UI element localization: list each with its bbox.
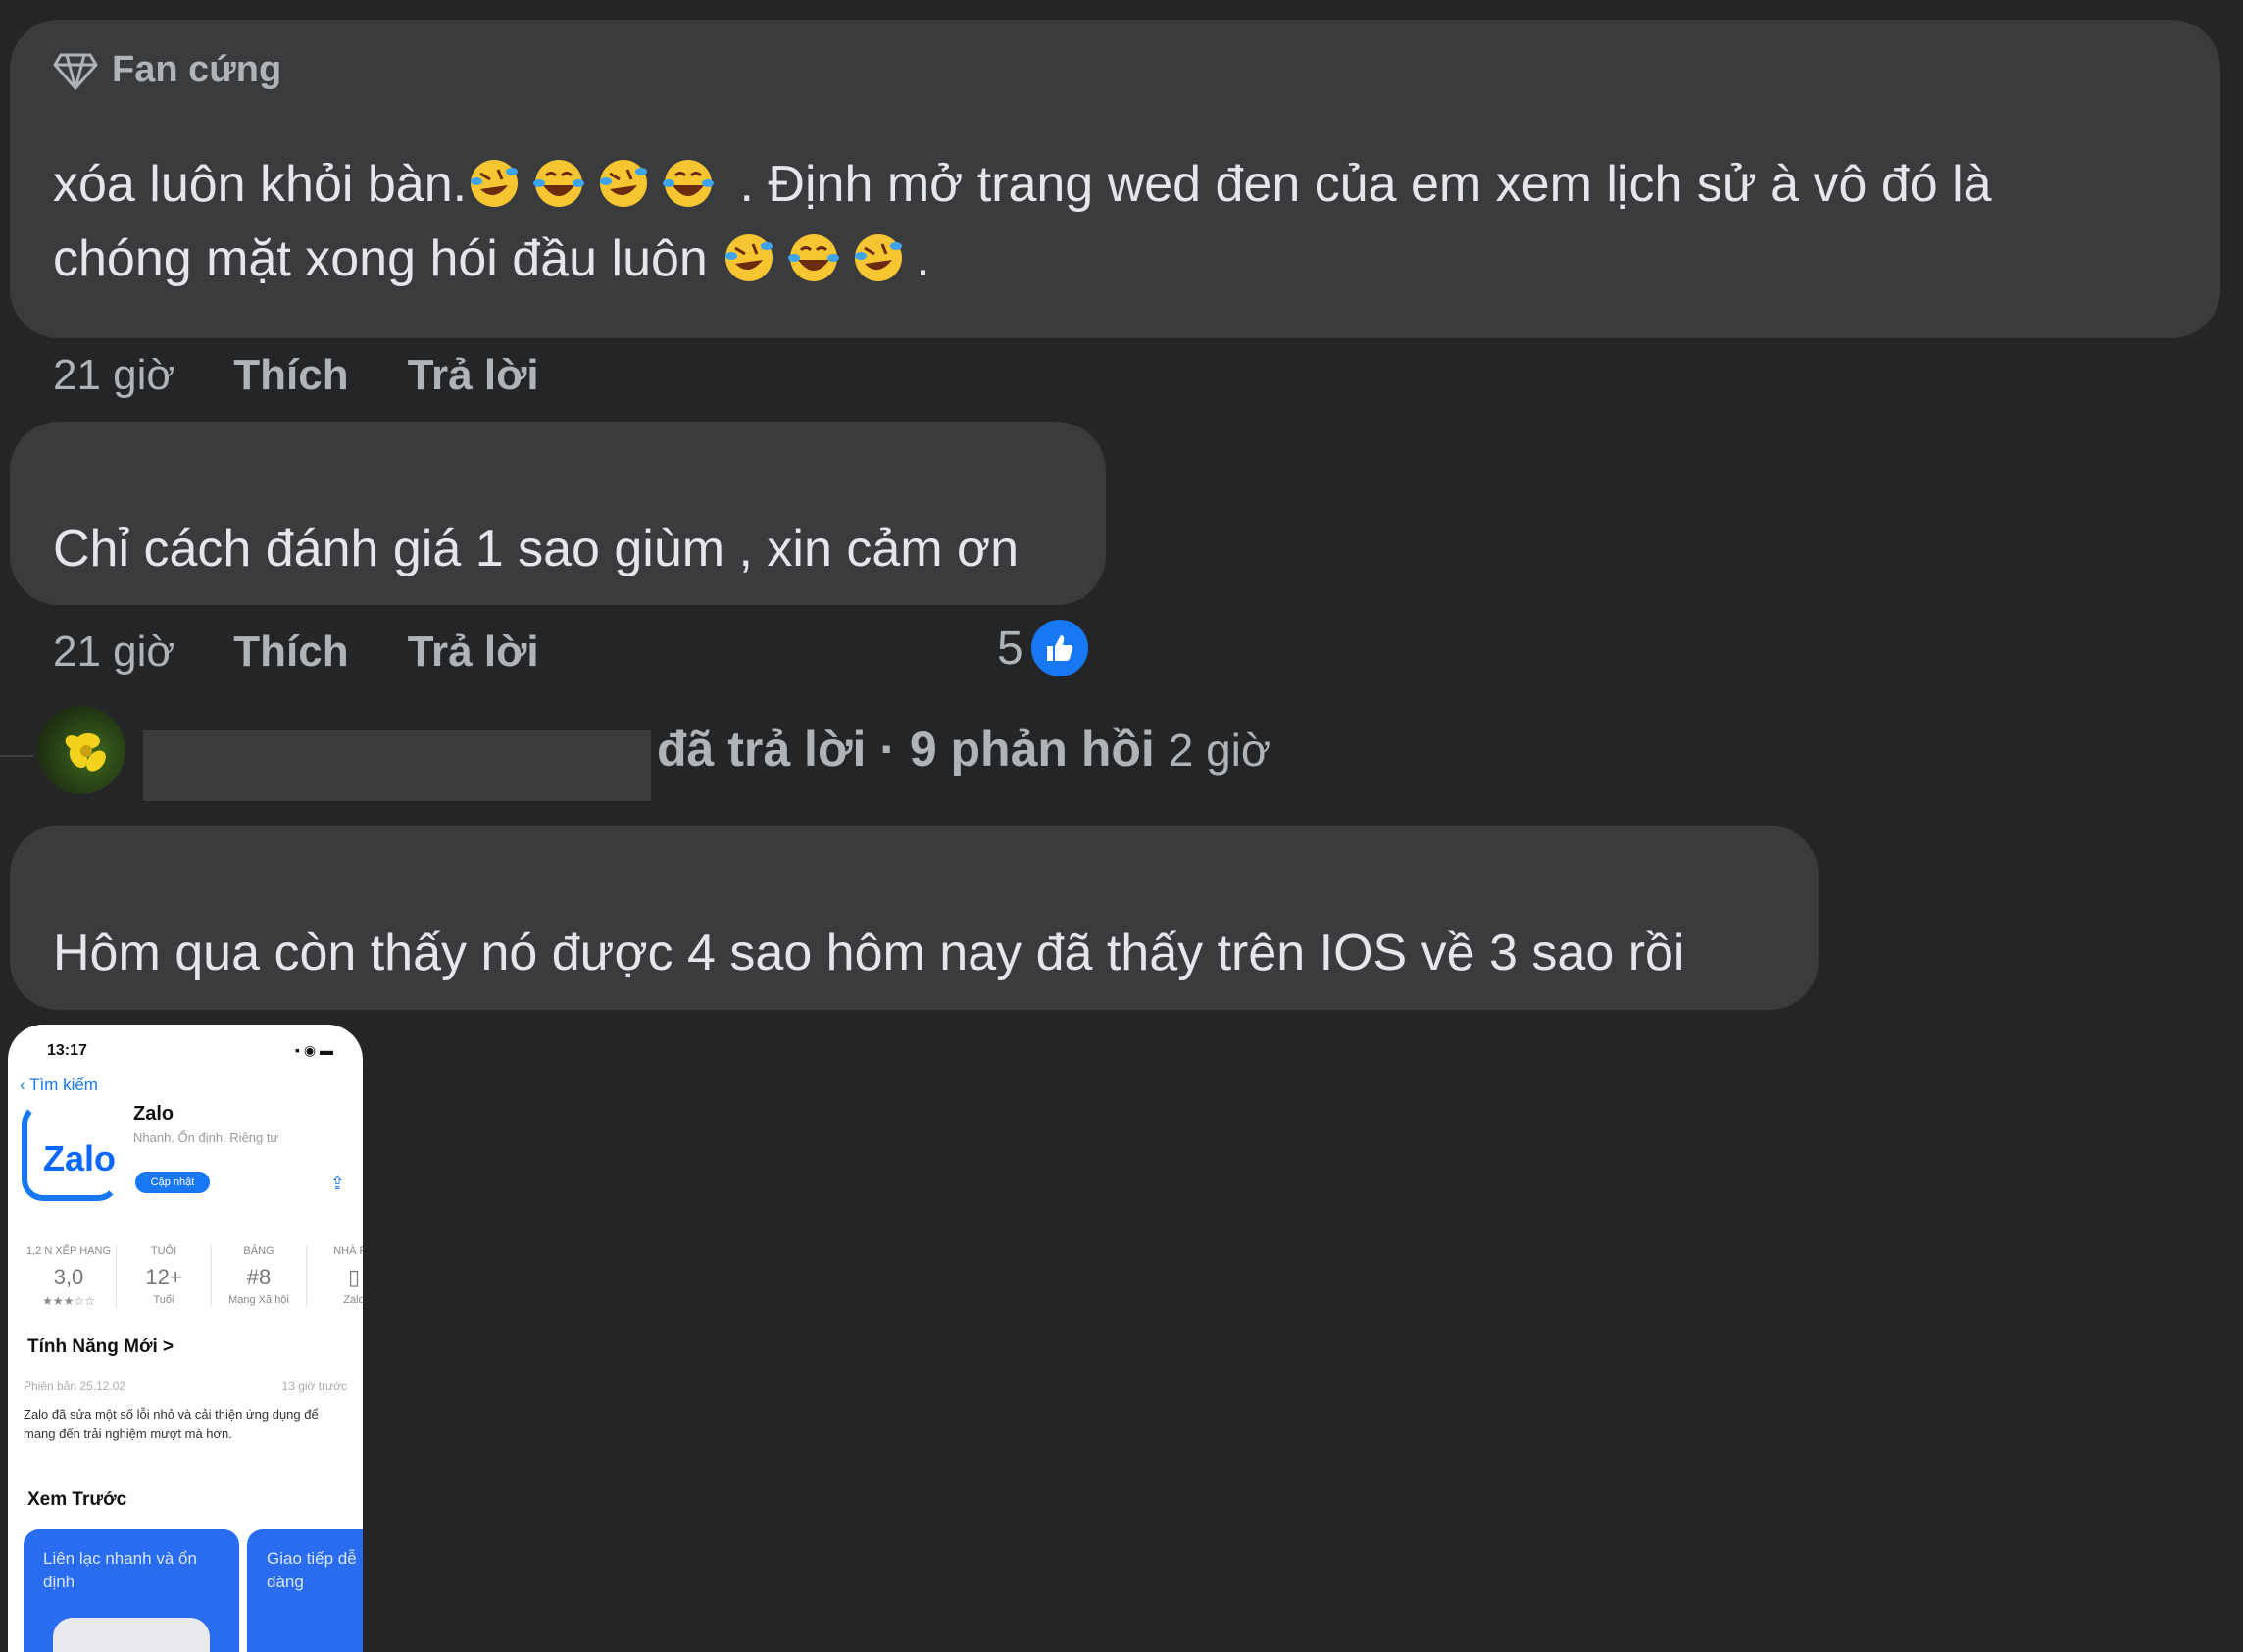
comment-actions-2: 21 giờ Thích Trả lời <box>53 627 539 676</box>
rolling-on-floor-laughing-emoji <box>600 160 648 207</box>
release-notes: Zalo đã sửa một số lỗi nhỏ và cải thiện … <box>24 1407 319 1441</box>
top-fan-badge[interactable]: Fan cứng <box>53 49 281 91</box>
whats-new-heading: Tính Năng Mới > <box>27 1336 174 1357</box>
view-replies-link[interactable]: đã trả lời · 9 phản hồi 2 giờ <box>657 721 1271 777</box>
like-button[interactable]: Thích <box>233 351 348 400</box>
tears-of-joy-emoji <box>663 160 715 207</box>
status-time: 13:17 <box>47 1042 87 1059</box>
preview-card-2: Giao tiếp dễ dàng <box>247 1529 363 1652</box>
rolling-on-floor-laughing-emoji <box>725 234 773 281</box>
comment-bubble-3: Hôm qua còn thấy nó được 4 sao hôm nay đ… <box>10 826 1819 1010</box>
comment-text: Hôm qua còn thấy nó được 4 sao hôm nay đ… <box>53 925 1685 981</box>
app-subtitle: Nhanh. Ổn định. Riêng tư <box>133 1130 279 1145</box>
back-link: ‹ Tìm kiếm <box>20 1076 98 1094</box>
preview-card-1: Liên lạc nhanh và ổn định <box>24 1529 239 1652</box>
thumbs-up-icon <box>1026 616 1092 680</box>
stat-rating: 1,2 N XẾP HẠNG 3,0 ★★★☆☆ <box>22 1245 117 1308</box>
stat-chart: BẢNG #8 Mạng Xã hội <box>212 1245 307 1308</box>
like-button[interactable]: Thích <box>233 627 348 676</box>
preview-heading: Xem Trước <box>27 1489 127 1510</box>
tears-of-joy-emoji <box>788 234 840 281</box>
comment-bubble-2: Chỉ cách đánh giá 1 sao giùm , xin cảm ơ… <box>10 422 1106 605</box>
app-stats: 1,2 N XẾP HẠNG 3,0 ★★★☆☆ TUỔI 12+ Tuổi BẢNG #… <box>22 1245 363 1308</box>
stat-developer: NHÀ PH▯Zalo <box>307 1245 363 1308</box>
version-time: 13 giờ trước <box>281 1379 347 1393</box>
badge-label: Fan cứng <box>112 49 282 90</box>
thread-connector <box>0 755 33 757</box>
comment-time[interactable]: 21 giờ <box>53 351 174 400</box>
comment-bubble-1: Fan cứng xóa luôn khỏi bàn. . Định mở tr… <box>10 20 2220 338</box>
reply-time: 2 giờ <box>1168 725 1271 776</box>
rolling-on-floor-laughing-emoji <box>855 234 903 281</box>
reply-button[interactable]: Trả lời <box>408 351 539 400</box>
zalo-app-icon: Zalo <box>22 1103 120 1201</box>
comment-text: xóa luôn khỏi bàn. . Định mở trang wed đ… <box>53 156 1992 287</box>
comment-actions-1: 21 giờ Thích Trả lời <box>53 351 539 400</box>
share-icon: ⇪ <box>329 1174 345 1193</box>
attached-screenshot[interactable]: 13:17 ▪ ◉ ▬ ‹ Tìm kiếm Zalo Zalo Nhanh. … <box>8 1025 363 1652</box>
version-label: Phiên bản 25.12.02 <box>24 1379 126 1393</box>
avatar[interactable] <box>37 706 125 794</box>
reply-button[interactable]: Trả lời <box>408 627 539 676</box>
reaction-summary[interactable]: 5 <box>997 616 1092 680</box>
comment-time[interactable]: 21 giờ <box>53 627 174 676</box>
app-name: Zalo <box>133 1103 174 1125</box>
update-button: Cập nhật <box>135 1172 210 1193</box>
reaction-count: 5 <box>997 622 1023 675</box>
comment-text: Chỉ cách đánh giá 1 sao giùm , xin cảm ơ… <box>53 521 1020 577</box>
rolling-on-floor-laughing-emoji <box>471 160 519 207</box>
stat-age: TUỔI 12+ Tuổi <box>117 1245 212 1308</box>
status-icons: ▪ ◉ ▬ <box>295 1042 333 1058</box>
redacted-name <box>143 730 651 801</box>
tears-of-joy-emoji <box>533 160 585 207</box>
diamond-icon <box>53 53 98 89</box>
